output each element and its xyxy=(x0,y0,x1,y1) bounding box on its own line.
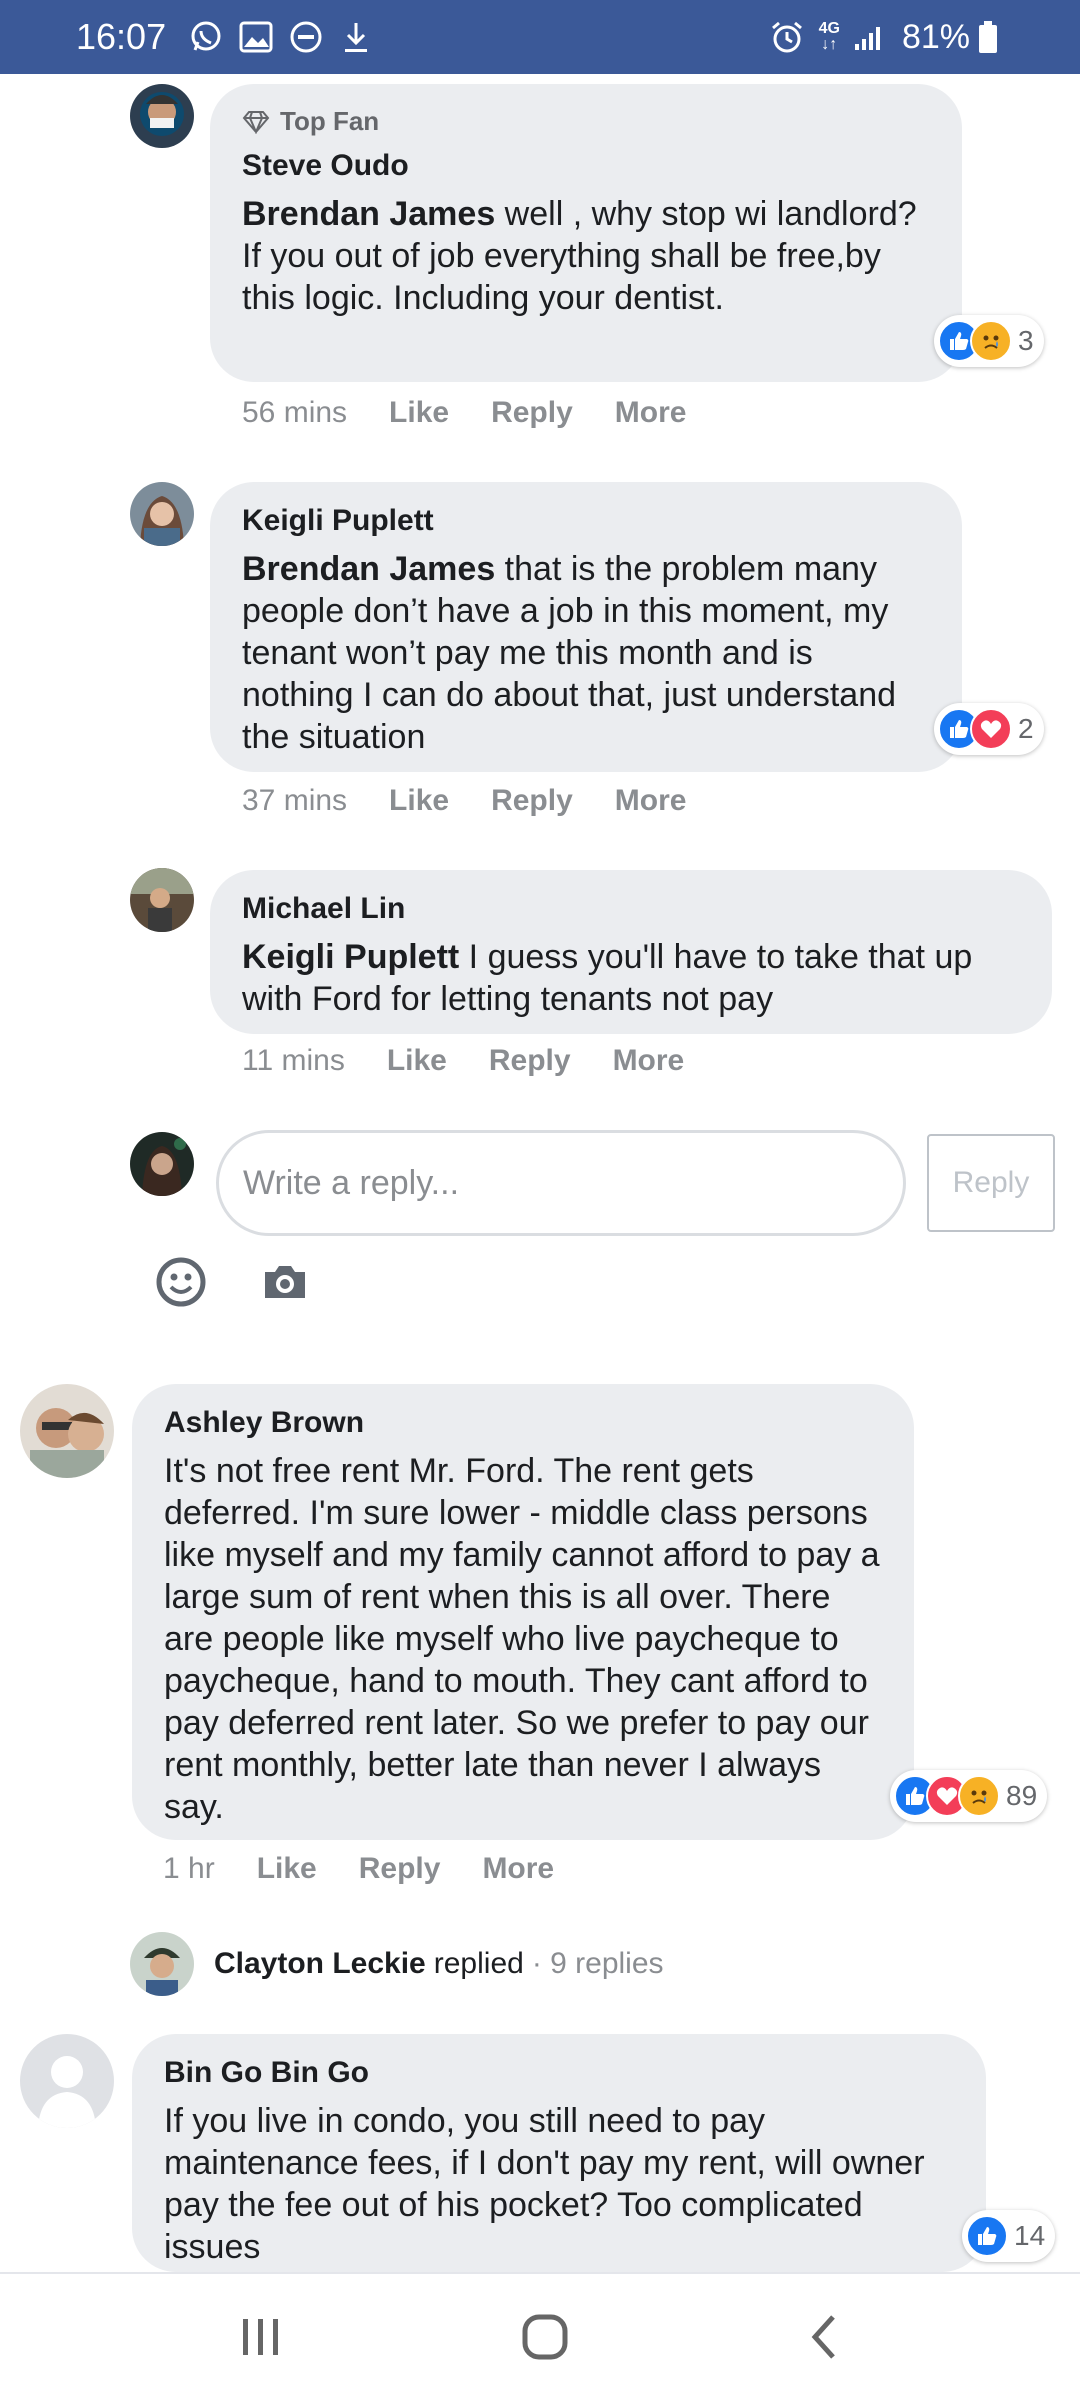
comment-actions: 56 mins Like Reply More xyxy=(242,396,728,430)
battery-icon xyxy=(970,19,1006,55)
avatar[interactable] xyxy=(130,482,194,546)
comment-time: 11 mins xyxy=(242,1044,345,1077)
reaction-summary[interactable]: 14 xyxy=(962,2210,1056,2262)
avatar[interactable] xyxy=(130,868,194,932)
avatar xyxy=(130,1932,194,1996)
user-avatar xyxy=(130,1132,194,1196)
default-avatar-icon[interactable] xyxy=(20,2034,114,2128)
more-button[interactable]: More xyxy=(615,784,687,818)
comment-text: Brendan James that is the problem many p… xyxy=(242,550,897,756)
status-time: 16:07 xyxy=(76,16,167,57)
home-icon[interactable] xyxy=(521,2313,569,2361)
view-replies-link[interactable]: Clayton Leckie replied · 9 replies xyxy=(130,1932,664,1996)
reply-button[interactable]: Reply xyxy=(489,1044,571,1078)
whatsapp-icon xyxy=(188,19,224,55)
back-icon[interactable] xyxy=(807,2313,841,2361)
reaction-count: 89 xyxy=(1006,1780,1038,1811)
comment-text: Keigli Puplett I guess you'll have to ta… xyxy=(242,938,973,1018)
alarm-icon xyxy=(769,19,805,55)
sad-reaction-icon xyxy=(970,320,1012,362)
comment-text: Brendan James well , why stop wi landlor… xyxy=(242,195,917,317)
status-bar: 16:07 4G ↓↑ 81% xyxy=(0,0,1080,74)
comment-time: 37 mins xyxy=(242,784,348,817)
comment-time: 1 hr xyxy=(163,1852,215,1885)
reply-button[interactable]: Reply xyxy=(491,784,573,818)
reply-button[interactable]: Reply xyxy=(359,1852,441,1886)
network-type: 4G ↓↑ xyxy=(818,20,840,53)
dnd-icon xyxy=(288,19,324,55)
comment-bubble: Michael Lin Keigli Puplett I guess you'l… xyxy=(210,870,1052,1034)
reaction-summary[interactable]: 2 xyxy=(934,703,1044,755)
comment-bubble: Keigli Puplett Brendan James that is the… xyxy=(210,482,962,772)
reply-button[interactable]: Reply xyxy=(491,396,573,430)
download-icon xyxy=(338,19,374,55)
comment-text: It's not free rent Mr. Ford. The rent ge… xyxy=(164,1452,880,1826)
comment-bubble: Ashley Brown It's not free rent Mr. Ford… xyxy=(132,1384,914,1840)
gallery-icon xyxy=(238,19,274,55)
more-button[interactable]: More xyxy=(482,1852,554,1886)
camera-icon[interactable] xyxy=(259,1256,311,1308)
comment-author[interactable]: Michael Lin xyxy=(242,892,1020,926)
replier-name: Clayton Leckie xyxy=(214,1947,426,1980)
comment-actions: 11 mins Like Reply More xyxy=(242,1044,726,1078)
comment-actions: 1 hr Like Reply More xyxy=(163,1852,596,1886)
like-reaction-icon xyxy=(966,2215,1008,2257)
reaction-count: 2 xyxy=(1018,713,1034,744)
more-button[interactable]: More xyxy=(613,1044,685,1078)
comment-bubble: Bin Go Bin Go If you live in condo, you … xyxy=(132,2034,986,2272)
replied-label: replied xyxy=(433,1947,524,1980)
reaction-summary[interactable]: 89 xyxy=(890,1770,1048,1822)
signal-icon xyxy=(852,19,888,55)
like-button[interactable]: Like xyxy=(257,1852,317,1886)
comment-bubble: Top Fan Steve Oudo Brendan James well , … xyxy=(210,84,962,382)
composer-toolbar xyxy=(155,1256,363,1308)
comment-author[interactable]: Keigli Puplett xyxy=(242,504,930,538)
like-button[interactable]: Like xyxy=(389,396,449,430)
reply-input[interactable]: Write a reply... xyxy=(216,1130,906,1236)
reply-placeholder: Write a reply... xyxy=(243,1163,460,1202)
mention-link[interactable]: Brendan James xyxy=(242,550,495,588)
comment-time: 56 mins xyxy=(242,396,348,429)
system-nav-bar xyxy=(0,2272,1080,2400)
more-button[interactable]: More xyxy=(615,396,687,430)
comment-actions: 37 mins Like Reply More xyxy=(242,784,728,818)
reply-submit-button[interactable]: Reply xyxy=(927,1134,1055,1232)
comment-author[interactable]: Steve Oudo xyxy=(242,149,930,183)
sad-reaction-icon xyxy=(958,1775,1000,1817)
comment-author[interactable]: Ashley Brown xyxy=(164,1406,882,1440)
like-button[interactable]: Like xyxy=(387,1044,447,1078)
mention-link[interactable]: Brendan James xyxy=(242,195,495,233)
avatar[interactable] xyxy=(130,84,194,148)
mention-link[interactable]: Keigli Puplett xyxy=(242,938,459,976)
avatar[interactable] xyxy=(20,1384,114,1478)
comment-author[interactable]: Bin Go Bin Go xyxy=(164,2056,954,2090)
battery-percent: 81% xyxy=(901,17,970,56)
love-reaction-icon xyxy=(970,708,1012,750)
top-fan-badge: Top Fan xyxy=(242,106,930,137)
like-button[interactable]: Like xyxy=(389,784,449,818)
reaction-summary[interactable]: 3 xyxy=(934,315,1044,367)
diamond-icon xyxy=(242,110,270,134)
comment-text: If you live in condo, you still need to … xyxy=(164,2102,925,2266)
reaction-count: 3 xyxy=(1018,325,1034,356)
reply-count: · 9 replies xyxy=(531,1947,664,1980)
recent-apps-icon[interactable] xyxy=(239,2317,283,2357)
reaction-count: 14 xyxy=(1014,2220,1046,2251)
emoji-icon[interactable] xyxy=(155,1256,207,1308)
